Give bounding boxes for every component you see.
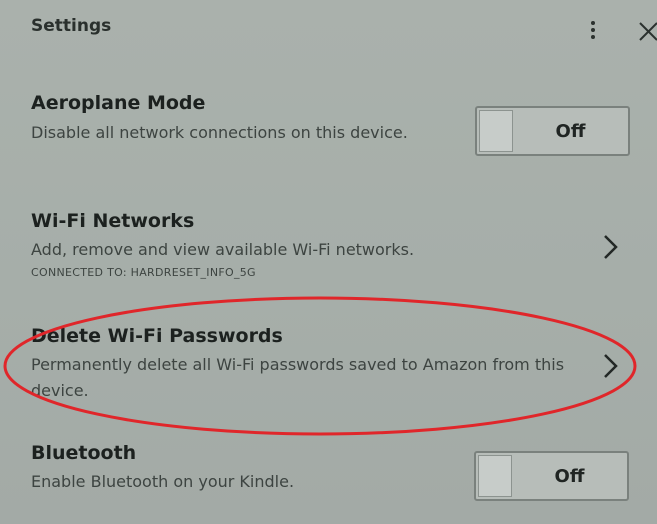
toggle-state-label: Off (555, 120, 586, 142)
setting-description-delete-wifi-passwords: Permanently delete all Wi-Fi passwords s… (31, 355, 565, 400)
bluetooth-toggle[interactable]: Off (474, 451, 629, 501)
settings-screen: Settings Aeroplane Mode Disable all netw… (0, 0, 657, 524)
toggle-knob (478, 455, 512, 497)
aeroplane-mode-toggle[interactable]: Off (475, 106, 630, 156)
wifi-connection-status: CONNECTED TO: HARDRESET_INFO_5G (31, 266, 256, 279)
setting-description-bluetooth: Enable Bluetooth on your Kindle. (31, 472, 295, 491)
chevron-right-icon[interactable] (600, 232, 620, 262)
top-bar: Settings (0, 0, 657, 60)
setting-title-aeroplane-mode: Aeroplane Mode (31, 92, 206, 114)
close-icon (639, 22, 657, 41)
more-options-button[interactable] (578, 12, 608, 46)
toggle-state-label: Off (554, 465, 585, 487)
setting-title-delete-wifi-passwords: Delete Wi-Fi Passwords (31, 325, 283, 347)
setting-title-wifi-networks: Wi-Fi Networks (31, 210, 195, 232)
toggle-knob (479, 110, 513, 152)
page-title: Settings (31, 16, 112, 36)
close-button[interactable] (634, 12, 657, 46)
setting-description-aeroplane-mode: Disable all network connections on this … (31, 123, 408, 142)
setting-description-wifi-networks: Add, remove and view available Wi-Fi net… (31, 240, 415, 259)
chevron-right-icon[interactable] (600, 351, 620, 381)
setting-title-bluetooth: Bluetooth (31, 442, 137, 464)
